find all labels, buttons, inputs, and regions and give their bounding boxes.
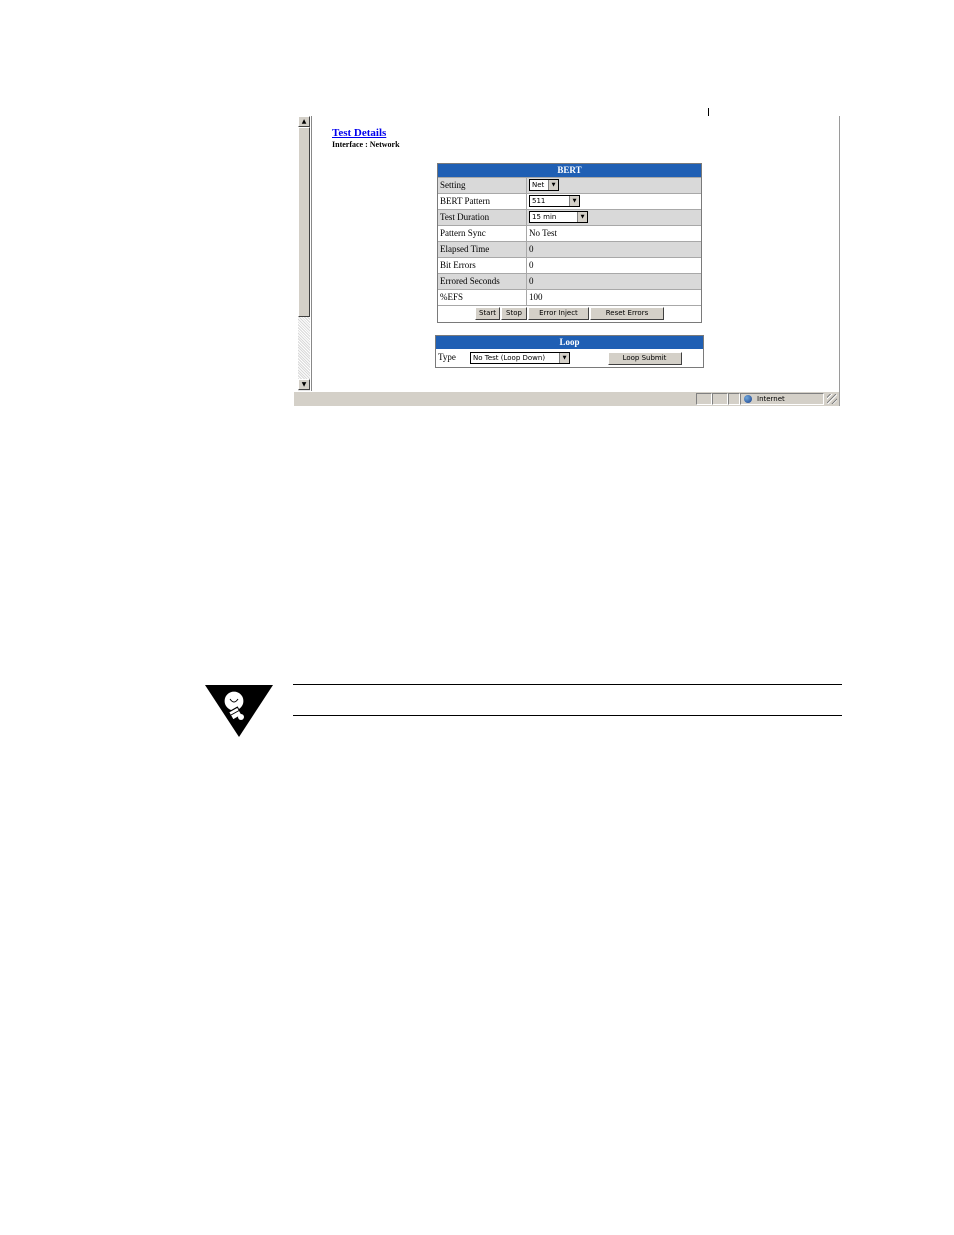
chevron-down-icon[interactable]: ▼ xyxy=(569,196,579,206)
bit-errors-value: 0 xyxy=(529,260,534,270)
note-bottom-rule xyxy=(293,715,842,716)
scroll-thumb[interactable] xyxy=(298,127,310,317)
pattern-sync-label: Pattern Sync xyxy=(438,226,527,241)
loop-submit-button[interactable]: Loop Submit xyxy=(607,352,682,365)
efs-value: 100 xyxy=(529,292,543,302)
elapsed-time-value: 0 xyxy=(527,242,701,257)
efs-label: %EFS xyxy=(438,290,527,305)
bit-errors-label: Bit Errors xyxy=(438,258,527,273)
errored-seconds-value: 0 xyxy=(527,274,701,289)
loop-type-value: No Test (Loop Down) xyxy=(473,354,546,362)
note-top-rule xyxy=(293,684,842,685)
pattern-sync-value: No Test xyxy=(529,228,557,238)
frame-divider xyxy=(311,116,312,391)
scroll-down-arrow-icon[interactable]: ▼ xyxy=(298,379,310,390)
status-segment xyxy=(728,393,740,405)
loop-type-select[interactable]: No Test (Loop Down) ▼ xyxy=(470,352,570,364)
bert-pattern-value: 511 xyxy=(532,197,546,205)
loop-panel: Loop Type No Test (Loop Down) ▼ Loop Sub… xyxy=(435,335,704,368)
chevron-down-icon[interactable]: ▼ xyxy=(548,180,558,190)
setting-label: Setting xyxy=(438,178,527,193)
chevron-down-icon[interactable]: ▼ xyxy=(559,353,569,363)
test-duration-label: Test Duration xyxy=(438,210,527,225)
bert-pattern-label: BERT Pattern xyxy=(438,194,527,209)
security-zone: Internet xyxy=(740,393,824,405)
chevron-down-icon[interactable]: ▼ xyxy=(577,212,587,222)
bert-button-row: Start Stop Error Inject Reset Errors xyxy=(438,305,701,322)
bert-row-duration: Test Duration 15 min ▼ xyxy=(438,209,701,225)
scroll-up-arrow-icon[interactable]: ▲ xyxy=(298,116,310,127)
bert-row-setting: Setting Net ▼ xyxy=(438,177,701,193)
bert-row-efs: %EFS 100 xyxy=(438,289,701,305)
loop-header: Loop xyxy=(436,336,703,349)
test-duration-select[interactable]: 15 min ▼ xyxy=(529,211,588,223)
test-duration-value: 15 min xyxy=(532,213,557,221)
page-title[interactable]: Test Details xyxy=(332,127,386,139)
loop-type-label: Type xyxy=(438,352,456,362)
status-segment xyxy=(696,393,712,405)
bert-row-bit-errors: Bit Errors 0 xyxy=(438,257,701,273)
crop-mark xyxy=(708,108,709,116)
setting-select[interactable]: Net ▼ xyxy=(529,179,559,191)
lightbulb-note-icon xyxy=(205,685,273,737)
status-segment xyxy=(712,393,728,405)
status-bar: Internet xyxy=(294,391,839,406)
bert-row-elapsed: Elapsed Time 0 xyxy=(438,241,701,257)
interface-label: Interface : Network xyxy=(332,140,400,149)
bert-pattern-select[interactable]: 511 ▼ xyxy=(529,195,580,207)
error-inject-button[interactable]: Error Inject xyxy=(528,307,589,320)
bert-row-errored-seconds: Errored Seconds 0 xyxy=(438,273,701,289)
zone-label: Internet xyxy=(757,395,785,403)
errored-seconds-label: Errored Seconds xyxy=(438,274,527,289)
bert-panel: BERT Setting Net ▼ BERT Pattern 511 ▼ Te… xyxy=(437,163,702,323)
stop-button[interactable]: Stop xyxy=(501,307,527,320)
globe-icon xyxy=(744,395,752,403)
bert-header: BERT xyxy=(438,164,701,177)
elapsed-time-label: Elapsed Time xyxy=(438,242,527,257)
reset-errors-button[interactable]: Reset Errors xyxy=(590,307,664,320)
start-button[interactable]: Start xyxy=(475,307,500,320)
resize-grip-icon[interactable] xyxy=(827,394,837,404)
bert-row-sync: Pattern Sync No Test xyxy=(438,225,701,241)
scroll-track[interactable] xyxy=(298,317,310,379)
bert-row-pattern: BERT Pattern 511 ▼ xyxy=(438,193,701,209)
setting-select-value: Net xyxy=(532,181,545,189)
vertical-scrollbar[interactable]: ▲ ▼ xyxy=(298,116,310,391)
